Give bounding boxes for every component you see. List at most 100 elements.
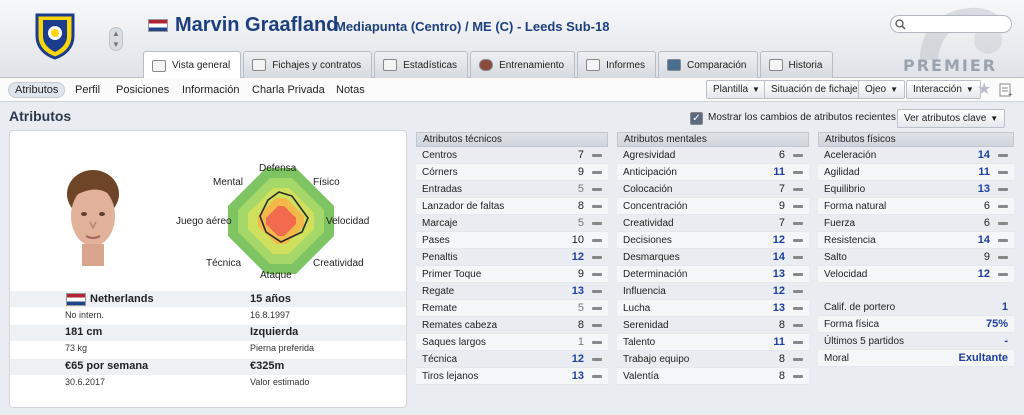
- attribute-row[interactable]: Influencia 12: [617, 283, 809, 300]
- trend-flat-icon: [793, 170, 803, 174]
- attribute-row[interactable]: Determinación 13: [617, 266, 809, 283]
- trend-flat-icon: [592, 204, 602, 208]
- attribute-row[interactable]: Saques largos 1: [416, 334, 608, 351]
- subnav-notas[interactable]: Notas: [336, 82, 365, 98]
- attribute-row[interactable]: Aceleración 14: [818, 147, 1014, 164]
- attribute-name: Lucha: [623, 302, 651, 314]
- attribute-row[interactable]: Anticipación 11: [617, 164, 809, 181]
- attribute-row[interactable]: Penaltis 12: [416, 249, 608, 266]
- trend-flat-icon: [998, 238, 1008, 242]
- attribute-row[interactable]: Últimos 5 partidos -: [818, 333, 1014, 350]
- attribute-row[interactable]: Córners 9: [416, 164, 608, 181]
- attribute-value: 12: [772, 234, 785, 246]
- attribute-name: Resistencia: [824, 234, 876, 246]
- key-attributes-button[interactable]: Ver atributos clave ▼: [897, 109, 1006, 128]
- attribute-name: Córners: [422, 166, 458, 178]
- mental-attributes: Atributos mentales Agresividad 6 Anticipac…: [617, 132, 809, 385]
- trend-flat-icon: [998, 153, 1008, 157]
- attribute-row[interactable]: Primer Toque 9: [416, 266, 608, 283]
- attribute-value: 6: [983, 217, 990, 229]
- situacion-fichaje-button[interactable]: Situación de fichaje: [764, 80, 865, 99]
- attribute-row[interactable]: Agresividad 6: [617, 147, 809, 164]
- interaccion-button[interactable]: Interacción ▼: [906, 80, 981, 99]
- trend-flat-icon: [793, 357, 803, 361]
- attribute-value: 9: [778, 200, 785, 212]
- mental-header: Atributos mentales: [617, 132, 809, 147]
- subnav-charla-privada[interactable]: Charla Privada: [252, 82, 325, 98]
- attribute-row[interactable]: Forma natural 6: [818, 198, 1014, 215]
- subnav-posiciones[interactable]: Posiciones: [116, 82, 169, 98]
- attribute-row[interactable]: Serenidad 8: [617, 317, 809, 334]
- attribute-value: 11: [773, 166, 785, 178]
- attribute-row[interactable]: Técnica 12: [416, 351, 608, 368]
- attribute-row[interactable]: Remates cabeza 8: [416, 317, 608, 334]
- subnav-atributos[interactable]: Atributos: [8, 82, 66, 98]
- subnav-perfil[interactable]: Perfil: [75, 82, 100, 98]
- tab-informes[interactable]: Informes: [577, 51, 657, 78]
- player-pager[interactable]: ▲ ▼: [109, 27, 123, 51]
- attribute-row[interactable]: Pases 10: [416, 232, 608, 249]
- attribute-row[interactable]: Velocidad 12: [818, 266, 1014, 283]
- radar-label-ataque: Ataque: [260, 270, 292, 281]
- attribute-row[interactable]: Equilibrio 13: [818, 181, 1014, 198]
- attribute-row[interactable]: Lanzador de faltas 8: [416, 198, 608, 215]
- attribute-value: 1: [1001, 301, 1008, 313]
- attribute-row[interactable]: Talento 11: [617, 334, 809, 351]
- attribute-value: 14: [977, 234, 990, 246]
- star-icon[interactable]: ★: [977, 79, 991, 99]
- attribute-row[interactable]: Colocación 7: [617, 181, 809, 198]
- tab-comparacion[interactable]: Comparación: [658, 51, 758, 78]
- nationality-flag-icon: [66, 293, 86, 306]
- add-note-icon[interactable]: +: [999, 83, 1013, 97]
- attribute-row[interactable]: Decisiones 12: [617, 232, 809, 249]
- attribute-row[interactable]: Desmarques 14: [617, 249, 809, 266]
- tab-vista-general[interactable]: Vista general: [143, 51, 242, 79]
- preferred-foot-label: Pierna preferida: [250, 343, 315, 353]
- attribute-row[interactable]: Tiros lejanos 13: [416, 368, 608, 385]
- date-of-birth: 16.8.1997: [250, 310, 291, 320]
- trend-flat-icon: [592, 255, 602, 259]
- attribute-row[interactable]: Salto 9: [818, 249, 1014, 266]
- attribute-row[interactable]: Forma física 75%: [818, 316, 1014, 333]
- trend-flat-icon: [592, 272, 602, 276]
- subnav-informacion[interactable]: Información: [182, 82, 239, 98]
- tab-fichajes[interactable]: Fichajes y contratos: [243, 51, 373, 78]
- radar-label-fisico: Físico: [313, 177, 340, 188]
- attribute-row[interactable]: Calif. de portero 1: [818, 299, 1014, 316]
- attribute-value: 12: [772, 285, 785, 297]
- tab-estadisticas[interactable]: Estadísticas: [374, 51, 469, 78]
- attribute-row[interactable]: Resistencia 14: [818, 232, 1014, 249]
- attribute-row[interactable]: Creatividad 7: [617, 215, 809, 232]
- attribute-row[interactable]: Fuerza 6: [818, 215, 1014, 232]
- attribute-row[interactable]: Moral Exultante: [818, 350, 1014, 367]
- attribute-value: 12: [571, 353, 584, 365]
- trend-flat-icon: [793, 187, 803, 191]
- attribute-row[interactable]: Remate 5: [416, 300, 608, 317]
- attribute-value: 6: [983, 200, 990, 212]
- trend-flat-icon: [793, 289, 803, 293]
- attribute-value: 6: [778, 149, 785, 161]
- tab-historia[interactable]: Historia: [759, 51, 834, 78]
- attribute-row[interactable]: Agilidad 11: [818, 164, 1014, 181]
- attribute-name: Remate: [422, 302, 458, 314]
- attribute-row[interactable]: Regate 13: [416, 283, 608, 300]
- attribute-row[interactable]: Trabajo equipo 8: [617, 351, 809, 368]
- physical-attributes: Atributos físicos Aceleración 14 Agilidad 1…: [818, 132, 1014, 367]
- trend-flat-icon: [592, 374, 602, 378]
- plantilla-button[interactable]: Plantilla ▼: [706, 80, 767, 99]
- attribute-row[interactable]: Lucha 13: [617, 300, 809, 317]
- attribute-row[interactable]: Centros 7: [416, 147, 608, 164]
- nationality[interactable]: Netherlands: [90, 293, 154, 305]
- attribute-row[interactable]: Concentración 9: [617, 198, 809, 215]
- recent-changes-checkbox[interactable]: ✓: [690, 112, 703, 125]
- tab-entrenamiento[interactable]: Entrenamiento: [470, 51, 576, 78]
- trend-flat-icon: [998, 255, 1008, 259]
- attribute-name: Penaltis: [422, 251, 458, 263]
- ojeo-button[interactable]: Ojeo ▼: [858, 80, 906, 99]
- search-input[interactable]: [890, 15, 1012, 33]
- chevron-down-icon: ▼: [890, 85, 899, 94]
- attribute-row[interactable]: Entradas 5: [416, 181, 608, 198]
- attribute-row[interactable]: Valentía 8: [617, 368, 809, 385]
- player-subtitle[interactable]: Mediapunta (Centro) / ME (C) - Leeds Sub…: [335, 19, 609, 34]
- attribute-row[interactable]: Marcaje 5: [416, 215, 608, 232]
